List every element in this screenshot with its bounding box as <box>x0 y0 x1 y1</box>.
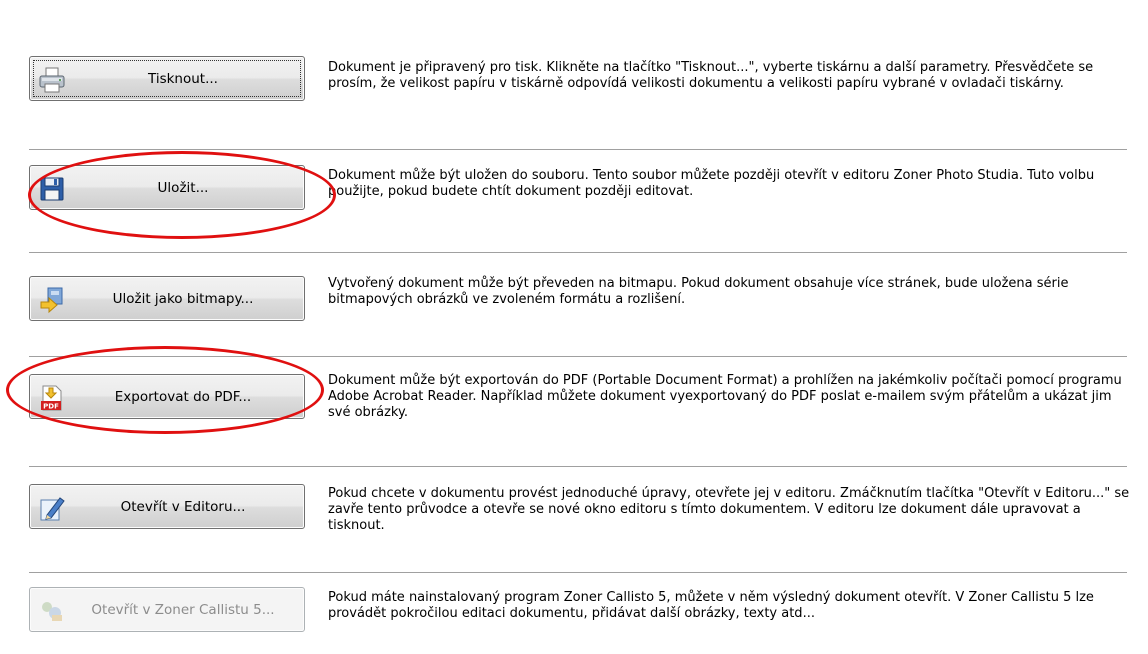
open-in-callisto-button-label: Otevřít v Zoner Callistu 5... <box>91 601 275 618</box>
export-pdf-description: Dokument může být exportován do PDF (Por… <box>328 373 1122 420</box>
open-in-editor-description: Pokud chcete v dokumentu provést jednodu… <box>328 486 1130 533</box>
save-button-label: Uložit... <box>157 179 209 196</box>
print-button[interactable]: Tisknout... <box>29 56 305 101</box>
open-in-callisto-button[interactable]: Otevřít v Zoner Callistu 5... <box>29 587 305 632</box>
save-as-bitmaps-button[interactable]: Uložit jako bitmapy... <box>29 276 305 321</box>
printer-icon <box>38 66 66 94</box>
open-in-callisto-description: Pokud máte nainstalovaný program Zoner C… <box>328 590 1094 621</box>
separator <box>29 572 1127 574</box>
export-pdf-button[interactable]: PDF Exportovat do PDF... <box>29 374 305 419</box>
separator <box>29 252 1127 254</box>
save-as-bitmaps-button-label: Uložit jako bitmapy... <box>112 290 254 307</box>
print-button-label: Tisknout... <box>148 70 218 87</box>
separator <box>29 149 1127 151</box>
open-in-editor-button-label: Otevřít v Editoru... <box>120 498 246 515</box>
save-description: Dokument může být uložen do souboru. Ten… <box>328 168 1095 199</box>
callisto-icon <box>38 597 66 625</box>
export-pdf-button-label: Exportovat do PDF... <box>114 388 252 405</box>
open-in-editor-button[interactable]: Otevřít v Editoru... <box>29 484 305 529</box>
floppy-disk-icon <box>38 175 66 203</box>
bitmap-export-icon <box>38 286 66 314</box>
edit-pencil-icon <box>38 494 66 522</box>
separator <box>29 356 1127 358</box>
save-button[interactable]: Uložit... <box>29 165 305 210</box>
pdf-export-icon: PDF <box>38 384 66 412</box>
print-description: Dokument je připravený pro tisk. Kliknět… <box>328 60 1094 91</box>
save-as-bitmaps-description: Vytvořený dokument může být převeden na … <box>328 276 1069 307</box>
separator <box>29 466 1127 468</box>
pdf-badge-text: PDF <box>43 403 59 411</box>
